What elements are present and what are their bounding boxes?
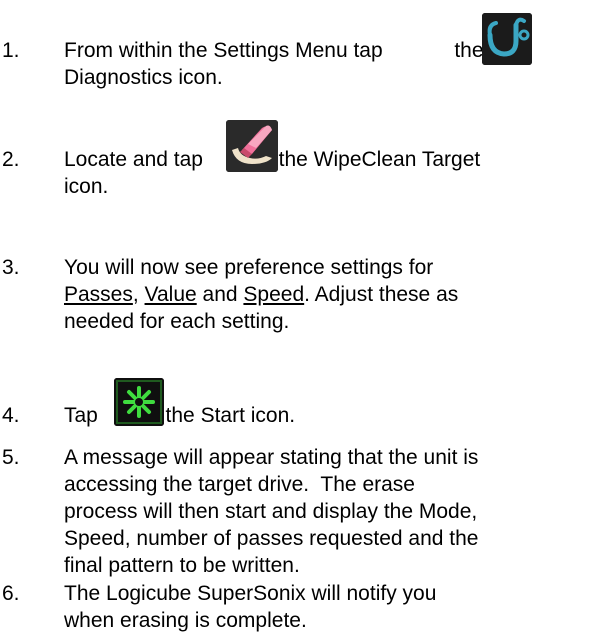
step-3-line3: needed for each setting. [64, 310, 290, 333]
step-2-line2: icon. [64, 175, 109, 198]
step-number: 1. [2, 39, 20, 62]
step-5-line: Speed, number of passes requested and th… [64, 527, 479, 550]
stethoscope-icon [482, 13, 532, 65]
step-number: 3. [2, 256, 20, 279]
start-asterisk-icon [114, 378, 164, 426]
step-number: 5. [2, 446, 20, 469]
value-term: Value [144, 283, 197, 306]
step-1-line2: Diagnostics icon. [64, 66, 223, 89]
step-4-text-before-icon: Tap [64, 404, 98, 427]
step-number: 2. [2, 148, 20, 171]
step-1-text-before-icon: From within the Settings Menu tap [64, 39, 383, 62]
step-5-line: accessing the target drive. The erase [64, 473, 415, 496]
step-number: 4. [2, 404, 20, 427]
step-2-text-before-icon: Locate and tap [64, 148, 203, 171]
speed-term: Speed [243, 283, 305, 306]
step-5-line: final pattern to be written. [64, 554, 300, 577]
step-number: 6. [2, 582, 20, 605]
step-text: A message will appear stating that the u… [64, 444, 587, 579]
step-text: You will now see preference settings for… [64, 254, 587, 335]
step-5-line: A message will appear stating that the u… [64, 446, 479, 469]
step-6-line: when erasing is complete. [64, 609, 307, 632]
step-2-text-after-icon: the WipeClean Target [278, 148, 481, 171]
step-5-line: process will then start and display the … [64, 500, 478, 523]
step-3-line2-rest: . Adjust these as [304, 283, 459, 306]
step-text: Locate and tap the WipeClean Target icon… [64, 146, 587, 200]
step-3-line1: You will now see preference settings for [64, 256, 434, 279]
step-4-text-after-icon: the Start icon. [165, 404, 296, 427]
step-text: The Logicube SuperSonix will notify you … [64, 580, 587, 634]
step-6-line: The Logicube SuperSonix will notify you [64, 582, 437, 605]
eraser-icon [226, 120, 278, 172]
separator: and [196, 283, 244, 306]
separator: , [132, 283, 145, 306]
step-1-text-after-icon: the [454, 39, 484, 62]
passes-term: Passes [64, 283, 133, 306]
